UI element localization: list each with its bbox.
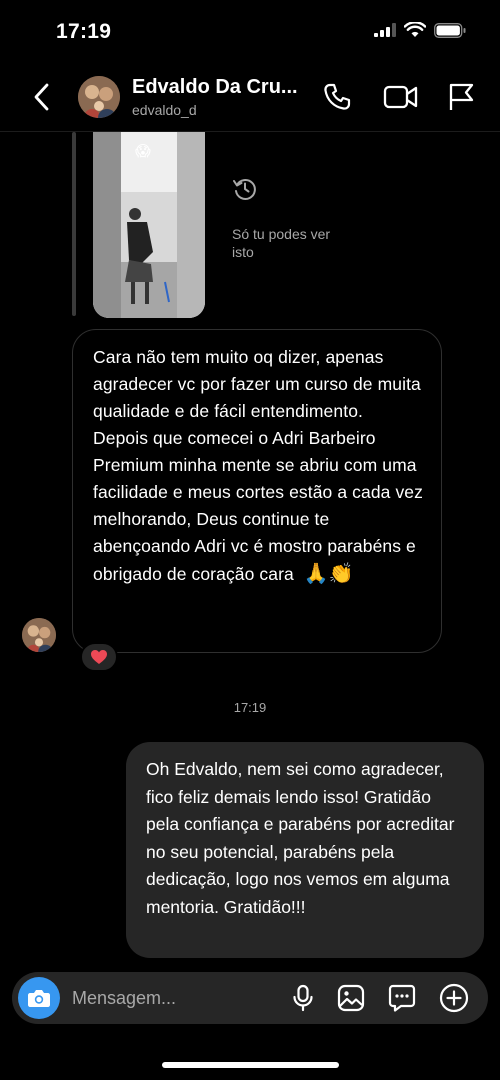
avatar-photo (78, 76, 120, 118)
heart-icon (91, 650, 107, 664)
status-time: 17:19 (56, 20, 112, 43)
message-composer (12, 972, 488, 1024)
more-options-button[interactable] (439, 983, 469, 1013)
back-icon (34, 83, 49, 111)
home-indicator[interactable] (162, 1062, 339, 1068)
call-button[interactable] (320, 80, 354, 114)
incoming-message-text: Cara não tem muito oq dizer, apenas agra… (93, 344, 423, 588)
video-call-button[interactable] (382, 80, 420, 114)
gallery-button[interactable] (336, 983, 366, 1013)
status-icons (374, 22, 466, 38)
chat-header: Edvaldo Da Cru... edvaldo_d (0, 62, 500, 132)
contact-username[interactable]: edvaldo_d (132, 102, 197, 118)
phone-icon (324, 83, 351, 110)
story-note: Só tu podes ver isto (232, 176, 352, 261)
contact-name[interactable]: Edvaldo Da Cru... (132, 76, 310, 99)
voice-message-button[interactable] (288, 983, 318, 1013)
incoming-text: Cara não tem muito oq dizer, apenas agra… (93, 347, 423, 584)
gallery-icon (337, 984, 365, 1012)
camera-icon (28, 990, 50, 1007)
story-emoji: 😱 (135, 142, 151, 160)
sender-avatar[interactable] (22, 618, 56, 652)
status-bar: 17:19 (0, 0, 500, 62)
sticker-icon (388, 984, 416, 1012)
history-icon (233, 178, 256, 200)
message-input[interactable] (72, 986, 272, 1010)
story-thumbnail[interactable]: 😱 (93, 132, 205, 318)
back-button[interactable] (26, 80, 56, 114)
outgoing-message[interactable]: Oh Edvaldo, nem sei como agradecer, fico… (126, 742, 484, 958)
contact-avatar[interactable] (78, 76, 120, 118)
report-button[interactable] (444, 80, 478, 114)
incoming-message[interactable]: Cara não tem muito oq dizer, apenas agra… (72, 329, 442, 653)
microphone-icon (293, 984, 313, 1012)
wifi-icon (404, 22, 426, 37)
camera-button[interactable] (18, 977, 60, 1019)
plus-icon (439, 983, 469, 1013)
reply-indicator-line (72, 132, 76, 316)
story-note-text: Só tu podes ver isto (232, 226, 331, 260)
sender-avatar-photo (22, 618, 56, 652)
battery-icon (434, 22, 466, 38)
heart-reaction[interactable] (80, 642, 118, 672)
flag-icon (449, 83, 474, 110)
message-timestamp: 17:19 (233, 700, 267, 715)
message-emojis: 🙏👏 (303, 561, 354, 585)
sticker-button[interactable] (387, 983, 417, 1013)
signal-icon (374, 23, 396, 37)
video-icon (383, 85, 418, 109)
outgoing-message-text: Oh Edvaldo, nem sei como agradecer, fico… (146, 759, 455, 917)
